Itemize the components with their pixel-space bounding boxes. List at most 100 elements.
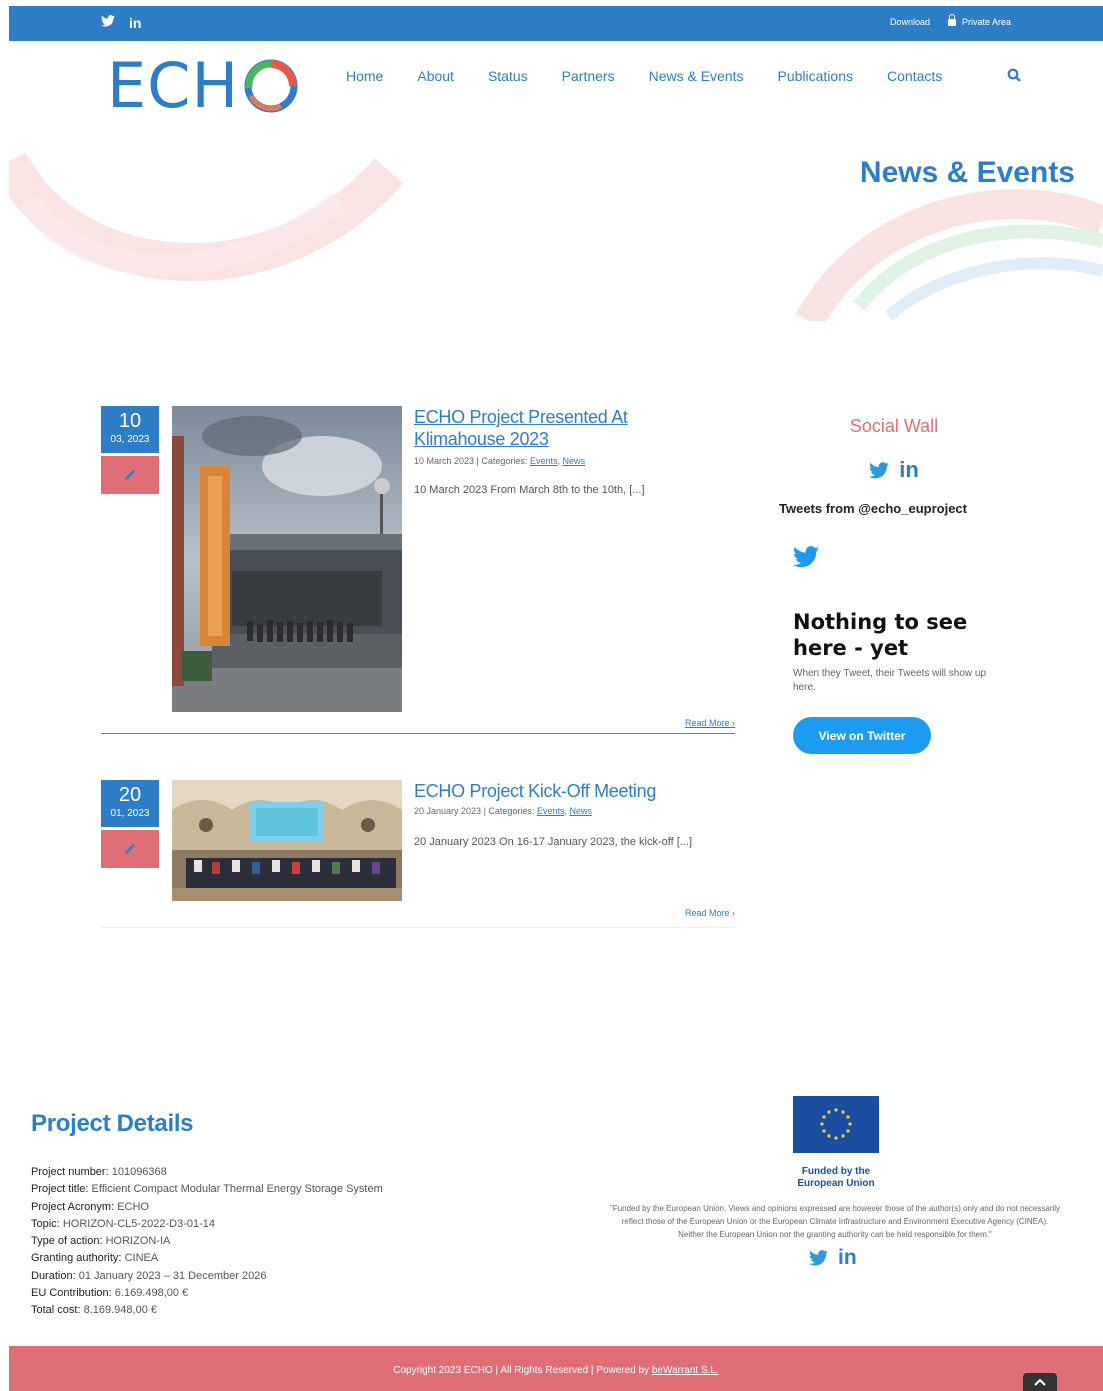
eu-disclaimer: "Funded by the European Union. Views and… bbox=[575, 1202, 1095, 1241]
logo-text: ECH bbox=[107, 49, 240, 122]
footer-social-links: in bbox=[809, 1246, 857, 1270]
empty-timeline-line1: Nothing to see bbox=[793, 610, 968, 634]
copyright-text: Copyright 2023 ECHO | All Rights Reserve… bbox=[9, 1365, 1103, 1376]
top-social-links: in bbox=[101, 14, 141, 32]
post-date-badge: 10 03, 2023 bbox=[101, 406, 159, 453]
twitter-icon[interactable] bbox=[809, 1250, 828, 1266]
disclaimer-line: Neither the European Union nor the grant… bbox=[678, 1230, 992, 1239]
twitter-icon[interactable] bbox=[869, 461, 890, 479]
read-more-label: Read More bbox=[684, 908, 730, 918]
post-divider bbox=[101, 733, 735, 734]
social-wall-sidebar: Social Wall in Tweets from @echo_euproje… bbox=[779, 411, 1009, 754]
nav-news-events[interactable]: News & Events bbox=[648, 39, 744, 84]
detail-value: CINEA bbox=[124, 1252, 159, 1265]
nav-home[interactable]: Home bbox=[346, 68, 383, 84]
post-meta: 10 March 2023 | Categories: Events, News bbox=[414, 456, 585, 466]
post-meta-date: 20 January 2023 bbox=[414, 806, 482, 816]
top-bar: in Download Private Area bbox=[9, 6, 1103, 41]
empty-timeline-line2: here - yet bbox=[793, 636, 909, 660]
post-meta-date: 10 March 2023 bbox=[414, 456, 475, 466]
project-detail-row: Project title: Efficient Compact Modular… bbox=[31, 1181, 551, 1198]
read-more-link[interactable]: Read More › bbox=[685, 718, 735, 728]
post-excerpt: 20 January 2023 On 16-17 January 2023, t… bbox=[414, 836, 693, 848]
social-wall-title: Social Wall bbox=[849, 416, 939, 436]
empty-timeline-text: When they Tweet, their Tweets will show … bbox=[793, 668, 987, 693]
tweets-from-heading: Tweets from @echo_euproject bbox=[779, 501, 967, 516]
footer-bar: Copyright 2023 ECHO | All Rights Reserve… bbox=[9, 1346, 1103, 1391]
post-body: ECHO Project Presented At Klimahouse 202… bbox=[414, 406, 734, 496]
detail-value: 6.169.498,00 € bbox=[114, 1287, 189, 1300]
detail-key: Type of action: bbox=[31, 1235, 103, 1248]
project-detail-row: EU Contribution: 6.169.498,00 € bbox=[31, 1285, 551, 1302]
detail-value: HORIZON-IA bbox=[105, 1235, 171, 1248]
echo-logo[interactable]: ECH bbox=[107, 55, 301, 117]
detail-value: HORIZON-CL5-2022-D3-01-14 bbox=[62, 1217, 216, 1230]
nav-contacts[interactable]: Contacts bbox=[887, 68, 942, 84]
copyright-label: Copyright 2023 ECHO | All Rights Reserve… bbox=[393, 1365, 652, 1376]
post-meta-categories-label: Categories: bbox=[481, 456, 528, 466]
detail-value: 8.169.948,00 € bbox=[83, 1304, 157, 1317]
linkedin-icon[interactable]: in bbox=[899, 457, 919, 483]
detail-key: Project title: bbox=[31, 1183, 89, 1196]
post-day: 20 bbox=[118, 784, 142, 806]
project-detail-row: Granting authority: CINEA bbox=[31, 1250, 551, 1267]
nav-status[interactable]: Status bbox=[488, 68, 528, 84]
detail-key: Project number: bbox=[31, 1166, 109, 1178]
post-thumbnail-kickoff[interactable] bbox=[172, 780, 402, 901]
post-card: 20 01, 2023 ECHO Project Kick-Off Meetin… bbox=[101, 780, 735, 930]
project-detail-row: Type of action: HORIZON-IA bbox=[31, 1233, 551, 1250]
linkedin-icon[interactable]: in bbox=[129, 15, 141, 31]
download-link[interactable]: Download bbox=[890, 17, 930, 27]
project-detail-row: Duration: 01 January 2023 – 31 December … bbox=[31, 1268, 551, 1285]
twitter-bird-icon bbox=[793, 546, 1009, 573]
project-detail-row: Total cost: 8.169.948,00 € bbox=[31, 1302, 551, 1319]
post-divider bbox=[101, 927, 735, 928]
linkedin-icon[interactable]: in bbox=[838, 1246, 857, 1270]
category-link-news[interactable]: News bbox=[562, 456, 585, 466]
social-wall-icons: in bbox=[779, 457, 1009, 483]
post-card: 10 03, 2023 ECHO Project Presented At Kl… bbox=[101, 406, 735, 736]
post-body: ECHO Project Kick-Off Meeting 20 January… bbox=[414, 780, 734, 848]
search-icon[interactable] bbox=[1007, 68, 1021, 82]
eu-caption: Funded by the European Union bbox=[792, 1166, 880, 1190]
post-meta: 20 January 2023 | Categories: Events, Ne… bbox=[414, 806, 592, 816]
post-day: 10 bbox=[118, 410, 142, 432]
page-hero: News & Events bbox=[9, 131, 1103, 321]
category-link-events[interactable]: Events bbox=[537, 806, 565, 816]
detail-key: Project Acronym: bbox=[31, 1200, 115, 1213]
post-thumbnail-klimahouse[interactable] bbox=[172, 406, 402, 712]
detail-key: Duration: bbox=[31, 1269, 76, 1282]
twitter-icon[interactable] bbox=[101, 14, 115, 32]
category-link-events[interactable]: Events bbox=[530, 456, 558, 466]
eu-flag-icon bbox=[793, 1096, 879, 1153]
powered-by-link[interactable]: beWarrant S.L. bbox=[652, 1365, 719, 1376]
detail-key: Granting authority: bbox=[31, 1252, 122, 1265]
post-format-badge[interactable] bbox=[101, 830, 159, 868]
disclaimer-line: "Funded by the European Union. Views and… bbox=[609, 1204, 1061, 1213]
detail-value: 01 January 2023 – 31 December 2026 bbox=[78, 1269, 267, 1282]
main-nav: Home About Status Partners News & Events… bbox=[346, 39, 976, 84]
post-month-year: 03, 2023 bbox=[110, 434, 150, 445]
project-details-title: Project Details bbox=[31, 1110, 194, 1137]
nav-about[interactable]: About bbox=[417, 68, 454, 84]
project-details-list: Project number: 101096368 Project title:… bbox=[31, 1164, 551, 1320]
read-more-link[interactable]: Read More › bbox=[685, 908, 735, 918]
scroll-to-top-button[interactable] bbox=[1023, 1373, 1057, 1391]
post-date-badge: 20 01, 2023 bbox=[101, 780, 159, 827]
view-on-twitter-button[interactable]: View on Twitter bbox=[793, 717, 931, 754]
pencil-icon bbox=[125, 470, 135, 480]
detail-key: Topic: bbox=[31, 1217, 60, 1230]
private-area-label: Private Area bbox=[961, 17, 1011, 27]
nav-publications[interactable]: Publications bbox=[778, 68, 854, 84]
post-title-line1: ECHO Project Presented At bbox=[414, 407, 628, 427]
post-meta-categories-label: Categories: bbox=[488, 806, 535, 816]
disclaimer-line: reflect those of the European Union or t… bbox=[621, 1217, 1049, 1226]
detail-value: Efficient Compact Modular Thermal Energy… bbox=[91, 1183, 383, 1196]
page-title: News & Events bbox=[859, 156, 1075, 189]
private-area-link[interactable]: Private Area bbox=[947, 14, 1011, 27]
post-title-link[interactable]: ECHO Project Presented At Klimahouse 202… bbox=[414, 406, 734, 450]
post-format-badge[interactable] bbox=[101, 456, 159, 494]
nav-partners[interactable]: Partners bbox=[562, 68, 615, 84]
category-link-news[interactable]: News bbox=[569, 806, 592, 816]
post-title-link[interactable]: ECHO Project Kick-Off Meeting bbox=[414, 780, 734, 802]
